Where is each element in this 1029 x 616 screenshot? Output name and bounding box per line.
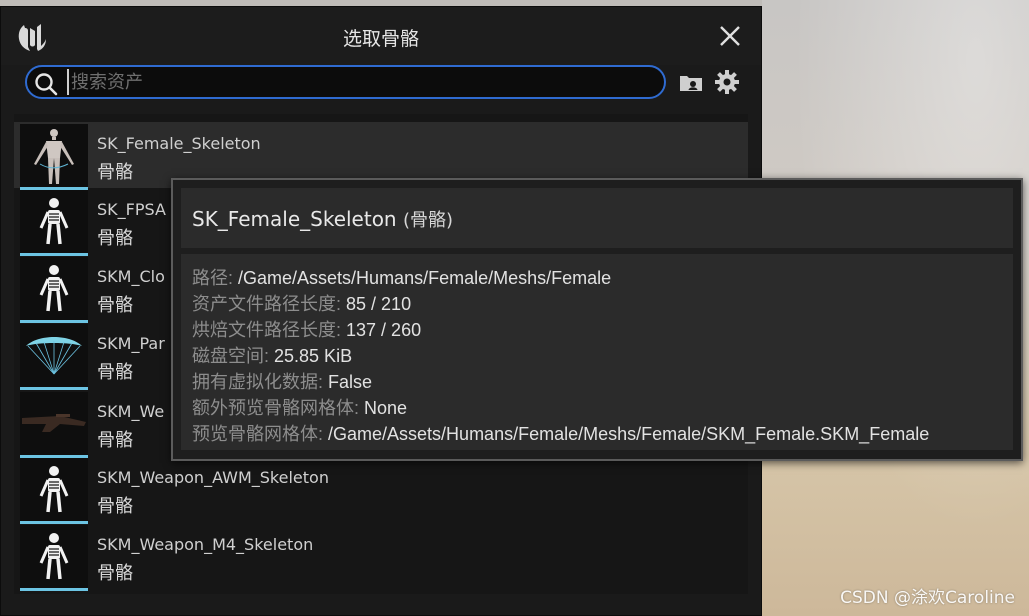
asset-name: SKM_We: [97, 402, 165, 421]
tooltip-value: /Game/Assets/Humans/Female/Meshs/Female: [233, 268, 612, 288]
parachute-icon: [26, 337, 82, 375]
tooltip-value: 137 / 260: [341, 320, 422, 340]
tooltip-row-path: 路径: /Game/Assets/Humans/Female/Meshs/Fem…: [192, 264, 611, 290]
female-mannequin-icon: [34, 129, 74, 184]
search-input[interactable]: [67, 69, 647, 95]
tooltip-body: 路径: /Game/Assets/Humans/Female/Meshs/Fem…: [181, 254, 1013, 450]
watermark-text: CSDN @涂欢Caroline: [840, 588, 1015, 608]
tooltip-asset-name: SK_Female_Skeleton: [192, 207, 397, 231]
tooltip-row-additional-preview-mesh: 额外预览骨骼网格体: None: [192, 394, 407, 420]
asset-thumbnail: [20, 257, 88, 321]
asset-name: SKM_Weapon_M4_Skeleton: [97, 535, 314, 554]
asset-item-skm-weapon-m4-skeleton[interactable]: SKM_Weapon_M4_Skeleton 骨骼: [14, 523, 748, 591]
asset-type: 骨骼: [97, 563, 133, 584]
tooltip-key: 烘焙文件路径长度:: [192, 320, 342, 340]
title-bar: 选取骨骼: [1, 7, 761, 65]
tooltip-key: 额外预览骨骼网格体:: [192, 398, 360, 418]
tooltip-key: 预览骨骼网格体:: [192, 424, 324, 444]
folder-filter-icon[interactable]: [678, 69, 704, 95]
tooltip-row-preview-mesh: 预览骨骼网格体: /Game/Assets/Humans/Female/Mesh…: [192, 420, 929, 446]
search-box: [25, 65, 666, 99]
asset-type: 骨骼: [97, 162, 133, 183]
asset-type-underline: [20, 588, 88, 591]
asset-tooltip: SK_Female_Skeleton (骨骼) 路径: /Game/Assets…: [171, 178, 1023, 461]
tooltip-row-disk-space: 磁盘空间: 25.85 KiB: [192, 342, 352, 368]
close-icon[interactable]: [717, 23, 743, 49]
skeleton-icon: [39, 466, 69, 513]
asset-name: SK_FPSA: [97, 200, 166, 219]
search-icon: [35, 73, 58, 96]
skeleton-icon: [39, 198, 69, 245]
asset-thumbnail: [20, 392, 88, 456]
tooltip-row-virtualized-data: 拥有虚拟化数据: False: [192, 368, 372, 394]
asset-name: SKM_Clo: [97, 267, 165, 286]
tooltip-row-cooked-path-length: 烘焙文件路径长度: 137 / 260: [192, 316, 421, 342]
asset-item-skm-weapon-awm-skeleton[interactable]: SKM_Weapon_AWM_Skeleton 骨骼: [14, 456, 748, 524]
rifle-icon: [22, 414, 86, 432]
asset-thumbnail: [20, 458, 88, 522]
tooltip-row-asset-path-length: 资产文件路径长度: 85 / 210: [192, 290, 411, 316]
asset-name: SK_Female_Skeleton: [97, 134, 261, 153]
skeleton-icon: [39, 533, 69, 580]
tooltip-asset-type: (骨骼): [402, 210, 454, 231]
tooltip-value: None: [359, 398, 408, 418]
tooltip-key: 路径:: [192, 268, 234, 288]
asset-type: 骨骼: [97, 496, 133, 517]
tooltip-key: 磁盘空间:: [192, 346, 270, 366]
asset-name: SKM_Par: [97, 334, 165, 353]
asset-thumbnail: [20, 525, 88, 589]
asset-thumbnail: [20, 190, 88, 254]
dialog-title: 选取骨骼: [342, 28, 419, 50]
asset-thumbnail: [20, 124, 88, 188]
tooltip-value: False: [323, 372, 373, 392]
tooltip-key: 资产文件路径长度:: [192, 294, 342, 314]
asset-type: 骨骼: [97, 362, 133, 383]
settings-gear-icon[interactable]: [714, 69, 740, 95]
tooltip-value: /Game/Assets/Humans/Female/Meshs/Female/…: [323, 424, 930, 444]
tooltip-value: 85 / 210: [341, 294, 412, 314]
tooltip-key: 拥有虚拟化数据:: [192, 372, 324, 392]
search-row: [1, 65, 761, 113]
tooltip-header: SK_Female_Skeleton (骨骼): [181, 188, 1013, 248]
asset-thumbnail: [20, 324, 88, 388]
asset-type: 骨骼: [97, 430, 133, 451]
tooltip-value: 25.85 KiB: [269, 346, 353, 366]
skeleton-icon: [39, 265, 69, 312]
asset-type: 骨骼: [97, 228, 133, 249]
tooltip-title: SK_Female_Skeleton (骨骼): [192, 206, 453, 232]
asset-name: SKM_Weapon_AWM_Skeleton: [97, 468, 329, 487]
asset-type: 骨骼: [97, 295, 133, 316]
